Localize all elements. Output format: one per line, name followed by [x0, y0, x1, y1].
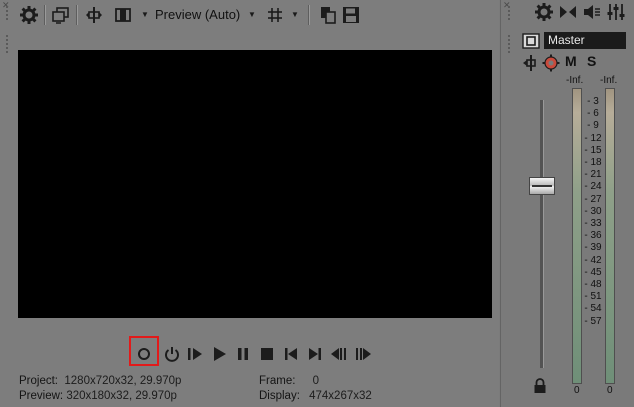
preview-info: Preview: 320x180x32, 29.970p [19, 390, 177, 402]
chevron-down-icon[interactable]: ▼ [141, 10, 149, 19]
right-zero-label: 0 [607, 385, 613, 396]
db-scale-tick: - 3 [587, 96, 599, 107]
save-snapshot-icon[interactable] [341, 5, 361, 25]
left-peak-readout[interactable]: -Inf. [566, 75, 583, 86]
db-scale-tick: - 54 [584, 303, 602, 315]
pause-icon[interactable] [234, 345, 252, 363]
solo-button[interactable]: S [587, 53, 596, 69]
db-scale-tick: - 39 [584, 242, 602, 254]
next-frame-icon[interactable] [354, 345, 372, 363]
loop-icon[interactable] [163, 345, 181, 363]
play-icon[interactable] [210, 345, 228, 363]
db-scale-tick: - 36 [584, 230, 602, 242]
db-scale-tick: - 27 [584, 193, 602, 205]
db-scale-tick: - 57 [584, 315, 602, 327]
right-level-meter [605, 88, 615, 384]
db-scale-tick: - 21 [584, 169, 602, 181]
master-fader-handle[interactable] [529, 176, 555, 195]
external-monitor-icon[interactable] [51, 5, 71, 25]
db-scale-tick: - 42 [584, 254, 602, 266]
drag-handle[interactable] [508, 35, 512, 53]
db-scale-tick: - 30 [584, 205, 602, 217]
db-scale-tick: - 24 [584, 181, 602, 193]
left-level-meter [572, 88, 582, 384]
left-zero-label: 0 [574, 385, 580, 396]
db-scale-tick: - 48 [584, 279, 602, 291]
go-to-start-icon[interactable] [282, 345, 300, 363]
toolbar-separator [308, 5, 309, 25]
db-scale-tick: - 12 [584, 132, 602, 144]
frame-info: Frame: 0 [259, 375, 319, 387]
db-scale-tick: - 45 [584, 266, 602, 278]
video-preview-screen [18, 50, 492, 318]
overlays-icon[interactable] [113, 5, 133, 25]
db-scale-tick: - 51 [584, 291, 602, 303]
preview-value: 320x180x32, 29.970p [66, 390, 177, 402]
chevron-down-icon[interactable]: ▼ [248, 10, 256, 19]
record-icon[interactable] [135, 345, 153, 363]
master-fader-track[interactable] [540, 100, 543, 368]
toolbar-separator [76, 5, 77, 25]
right-peak-readout[interactable]: -Inf. [600, 75, 617, 86]
stop-icon[interactable] [258, 345, 276, 363]
mute-speaker-icon[interactable] [582, 2, 602, 22]
drag-handle[interactable] [6, 35, 10, 53]
grid-icon[interactable] [265, 5, 285, 25]
downmix-icon[interactable] [558, 2, 578, 22]
project-label: Project: [19, 375, 58, 387]
project-info: Project: 1280x720x32, 29.970p [19, 375, 181, 387]
previous-frame-icon[interactable] [330, 345, 348, 363]
toolbar-separator [44, 5, 45, 25]
go-to-end-icon[interactable] [306, 345, 324, 363]
lock-icon[interactable] [533, 378, 547, 399]
db-scale-tick: - 33 [584, 218, 602, 230]
db-scale-tick: - 9 [587, 120, 599, 132]
master-bus-label[interactable]: Master [544, 32, 626, 49]
chevron-down-icon[interactable]: ▼ [291, 10, 299, 19]
play-from-start-icon[interactable] [186, 345, 204, 363]
frame-label: Frame: [259, 375, 296, 387]
drag-handle[interactable] [508, 6, 512, 20]
preview-quality-dropdown[interactable]: Preview (Auto) [155, 7, 240, 22]
insert-fx-icon[interactable] [521, 53, 541, 73]
preview-label: Preview: [19, 390, 64, 402]
display-value: 474x267x32 [309, 390, 372, 402]
project-value: 1280x720x32, 29.970p [64, 375, 182, 387]
db-scale-tick: - 15 [584, 144, 602, 156]
display-label: Display: [259, 390, 300, 402]
effects-gear-icon[interactable] [541, 53, 561, 73]
mute-button[interactable]: M [565, 53, 577, 69]
copy-snapshot-icon[interactable] [318, 5, 338, 25]
db-scale-tick: - 6 [587, 108, 599, 120]
db-scale: - 3- 6- 9- 12- 15- 18- 21- 24- 27- 30- 3… [582, 96, 604, 328]
frame-value: 0 [312, 375, 320, 387]
display-info: Display: 474x267x32 [259, 390, 372, 402]
fx-sliders-icon[interactable] [606, 2, 626, 22]
gear-icon[interactable] [19, 5, 39, 25]
gear-icon[interactable] [534, 2, 554, 22]
split-screen-icon[interactable] [84, 5, 104, 25]
master-bus-icon[interactable] [522, 33, 544, 49]
drag-handle[interactable] [6, 6, 10, 20]
video-preview-panel: ✕ ▼ Preview (Auto) ▼ ▼ Project: 1280x720… [0, 0, 499, 407]
db-scale-tick: - 18 [584, 157, 602, 169]
